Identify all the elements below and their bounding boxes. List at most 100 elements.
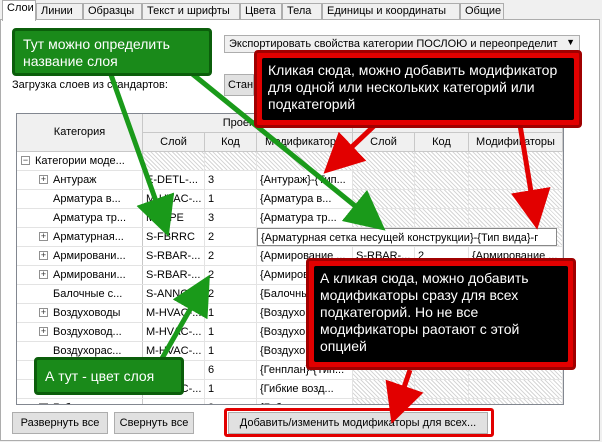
cut-code-cell[interactable] xyxy=(415,171,469,189)
category-label: Арматура в... xyxy=(53,193,121,205)
column-header-cut-layer[interactable]: Слой xyxy=(353,133,415,152)
cut-modifiers-cell[interactable] xyxy=(469,380,563,398)
table-row[interactable]: − Категории моде... xyxy=(17,152,563,171)
code-cell[interactable]: 6 xyxy=(205,361,257,379)
tab-text-fonts[interactable]: Текст и шрифты xyxy=(142,3,240,20)
cut-code-cell[interactable] xyxy=(415,399,469,404)
table-row[interactable]: + Гибкие тру... 3{Гибкие тру... xyxy=(17,399,563,404)
code-cell[interactable]: 2 xyxy=(205,247,257,265)
layer-cell[interactable]: S-FBRRC xyxy=(143,228,205,246)
category-cell[interactable]: Арматура в... xyxy=(17,190,143,208)
layer-cell[interactable]: S-RBAR-... xyxy=(143,247,205,265)
cut-code-cell[interactable] xyxy=(415,152,469,170)
cut-modifiers-cell[interactable] xyxy=(469,399,563,404)
layer-cell[interactable]: M-HVAC-... xyxy=(143,304,205,322)
collapse-icon[interactable]: − xyxy=(21,156,30,165)
tab-colors[interactable]: Цвета xyxy=(240,3,282,20)
expand-icon[interactable]: + xyxy=(39,327,48,336)
table-row[interactable]: + Арматурная... S-FBRRC 2 {Арматурная сетка … xyxy=(17,228,563,247)
collapse-all-button[interactable]: Свернуть все xyxy=(114,412,194,434)
code-cell[interactable]: 1 xyxy=(205,190,257,208)
column-header-cut-code[interactable]: Код xyxy=(415,133,469,152)
code-cell[interactable]: 1 xyxy=(205,323,257,341)
table-row[interactable]: + Антураж E-DETL-... 3 {Антураж}-{Тип... xyxy=(17,171,563,190)
tab-units-coordinates[interactable]: Единицы и координаты xyxy=(322,3,460,20)
modifiers-cell[interactable] xyxy=(257,152,353,170)
category-cell[interactable]: + Воздуховоды xyxy=(17,304,143,322)
modifiers-cell[interactable]: {Гибкие возд... xyxy=(257,380,353,398)
tab-strip: Слои Линии Образцы Текст и шрифты Цвета … xyxy=(0,0,602,21)
category-cell[interactable]: + Арматурная... xyxy=(17,228,143,246)
layer-cell[interactable]: S-RBAR-... xyxy=(143,266,205,284)
category-cell[interactable]: + Антураж xyxy=(17,171,143,189)
code-cell[interactable]: 2 xyxy=(205,266,257,284)
cut-code-cell[interactable] xyxy=(415,190,469,208)
layer-cell[interactable]: M-HVAC-... xyxy=(143,190,205,208)
code-cell[interactable]: 2 xyxy=(205,228,257,246)
table-row[interactable]: Арматура в... M-HVAC-... 1 {Арматура в... xyxy=(17,190,563,209)
modifiers-cell[interactable]: {Гибкие тру... xyxy=(257,399,353,404)
cut-layer-cell[interactable] xyxy=(353,399,415,404)
column-header-layer[interactable]: Слой xyxy=(143,133,205,152)
code-cell[interactable]: 3 xyxy=(205,209,257,227)
table-row[interactable]: Арматура тр... M-PIPE 3 {Арматура тр... xyxy=(17,209,563,228)
expand-icon[interactable]: + xyxy=(39,251,48,260)
code-cell[interactable]: 1 xyxy=(205,342,257,360)
category-label: Воздуховоды xyxy=(53,307,121,319)
layer-cell[interactable]: E-DETL-... xyxy=(143,171,205,189)
callout-modifier-one: Кликая сюда, можно добавить модификатор … xyxy=(254,50,582,128)
expand-icon[interactable]: + xyxy=(39,175,48,184)
cut-layer-cell[interactable] xyxy=(353,380,415,398)
tab-solids[interactable]: Тела xyxy=(282,3,322,20)
callout-layer-name-text: Тут можно определить название слоя xyxy=(23,36,170,69)
column-header-category[interactable]: Категория xyxy=(17,114,143,152)
code-cell[interactable]: 1 xyxy=(205,304,257,322)
code-cell[interactable]: 3 xyxy=(205,171,257,189)
expand-all-button[interactable]: Развернуть все xyxy=(12,412,108,434)
layer-cell[interactable]: M-PIPE xyxy=(143,209,205,227)
code-cell[interactable] xyxy=(205,152,257,170)
cut-layer-cell[interactable] xyxy=(353,152,415,170)
category-cell[interactable]: Арматура тр... xyxy=(17,209,143,227)
cut-layer-cell[interactable] xyxy=(353,171,415,189)
column-header-code[interactable]: Код xyxy=(205,133,257,152)
modifiers-cell[interactable]: {Антураж}-{Тип... xyxy=(257,171,353,189)
expand-icon[interactable]: + xyxy=(39,232,48,241)
category-cell[interactable]: Балочные с... xyxy=(17,285,143,303)
expand-icon[interactable]: + xyxy=(39,270,48,279)
expand-icon[interactable]: + xyxy=(39,308,48,317)
code-cell[interactable]: 2 xyxy=(205,285,257,303)
cut-layer-cell[interactable] xyxy=(353,209,415,227)
modifiers-cell[interactable]: {Арматура в... xyxy=(257,190,353,208)
cut-modifiers-cell[interactable] xyxy=(469,152,563,170)
tab-layers[interactable]: Слои xyxy=(2,0,36,21)
category-cell[interactable]: − Категории моде... xyxy=(17,152,143,170)
cut-modifiers-cell[interactable] xyxy=(469,190,563,208)
cut-modifiers-cell[interactable] xyxy=(469,209,563,227)
tab-patterns[interactable]: Образцы xyxy=(83,3,142,20)
callout-modifier-all-text: А кликая сюда, можно добавить модификато… xyxy=(314,266,568,362)
category-cell[interactable]: + Армировани... xyxy=(17,266,143,284)
load-standard-dropdown[interactable]: Стандарт xyxy=(224,74,254,96)
layer-cell[interactable]: S-ANNO-... xyxy=(143,285,205,303)
expand-icon[interactable]: + xyxy=(39,403,48,404)
category-cell[interactable]: + Армировани... xyxy=(17,247,143,265)
modifiers-cell[interactable]: {Арматурная сетка несущей конструкции}-{… xyxy=(257,228,557,246)
layer-cell[interactable] xyxy=(143,399,205,404)
cut-modifiers-cell[interactable] xyxy=(469,171,563,189)
code-cell[interactable]: 1 xyxy=(205,380,257,398)
column-header-modifiers[interactable]: Модификаторы xyxy=(257,133,353,152)
modifiers-cell[interactable]: {Арматура тр... xyxy=(257,209,353,227)
code-cell[interactable]: 3 xyxy=(205,399,257,404)
layer-cell[interactable]: M-HVAC-... xyxy=(143,323,205,341)
load-layers-label: Загрузка слоев из стандартов: xyxy=(12,79,168,91)
tab-lines[interactable]: Линии xyxy=(36,3,83,20)
tab-general[interactable]: Общие xyxy=(460,3,504,20)
cut-code-cell[interactable] xyxy=(415,209,469,227)
column-header-cut-modifiers[interactable]: Модификаторы xyxy=(469,133,563,152)
category-cell[interactable]: + Воздуховод... xyxy=(17,323,143,341)
cut-code-cell[interactable] xyxy=(415,380,469,398)
category-cell[interactable]: + Гибкие тру... xyxy=(17,399,143,404)
cut-layer-cell[interactable] xyxy=(353,190,415,208)
layer-cell[interactable] xyxy=(143,152,205,170)
